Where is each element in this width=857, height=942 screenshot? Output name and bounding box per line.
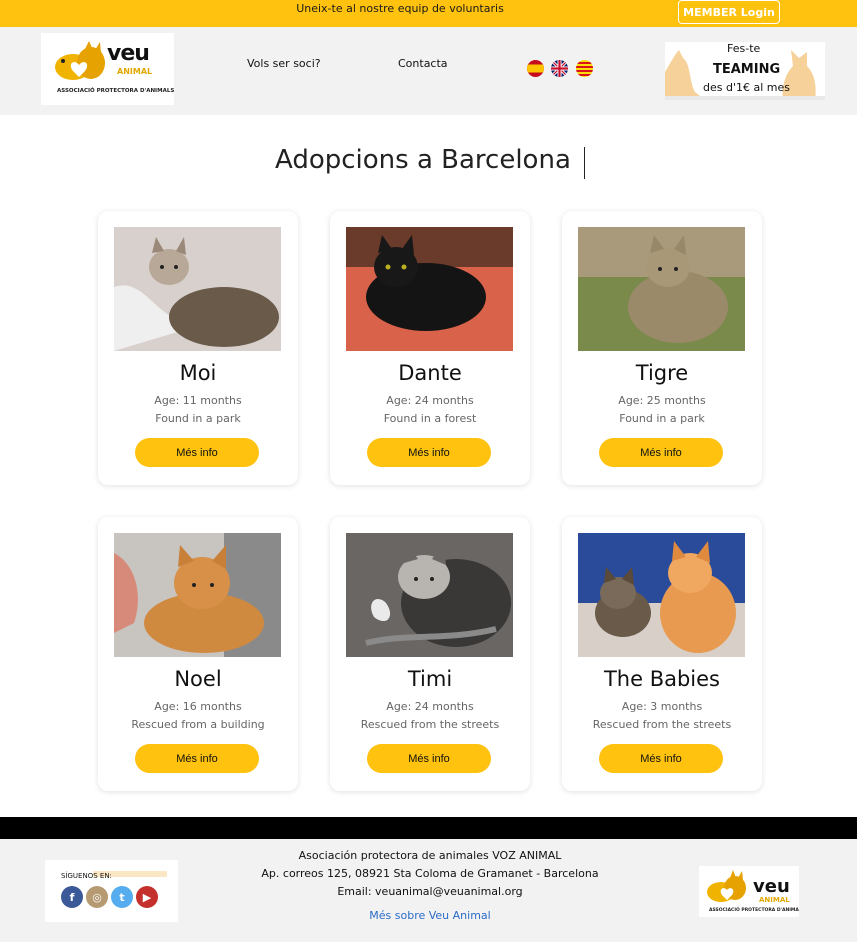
pet-name: Timi: [407, 667, 453, 691]
pet-name: Moi: [179, 361, 217, 385]
nav-contacta[interactable]: Contacta: [398, 57, 448, 70]
mes-info-button[interactable]: Més info: [135, 744, 259, 773]
pet-name: Tigre: [635, 361, 689, 385]
social-label: SÍGUENOS EN:: [61, 872, 112, 880]
cat-photo: [578, 227, 745, 351]
mes-info-button[interactable]: Més info: [367, 438, 491, 467]
twitter-icon[interactable]: t: [111, 886, 133, 908]
catalan-flag-icon[interactable]: [576, 60, 593, 77]
adoption-card: Tigre Age: 25 months Found in a park Més…: [562, 211, 762, 485]
mes-info-button[interactable]: Més info: [599, 438, 723, 467]
veu-animal-logo[interactable]: veu ANIMAL ASSOCIACIÓ PROTECTORA D'ANIMA…: [41, 33, 174, 105]
nav-vols-ser-soci[interactable]: Vols ser soci?: [247, 57, 321, 70]
cat-dog-logo-icon: veu ANIMAL ASSOCIACIÓ PROTECTORA D'ANIMA…: [707, 870, 805, 913]
member-login-button[interactable]: MEMBER Login: [678, 0, 780, 24]
pet-name: Noel: [174, 667, 222, 691]
instagram-icon[interactable]: ◎: [86, 886, 108, 908]
facebook-icon[interactable]: f: [61, 886, 83, 908]
social-links: SÍGUENOS EN: f ◎ t ▶: [45, 860, 178, 922]
teaming-banner[interactable]: Fes-te TEAMING des d'1€ al mes: [665, 42, 825, 100]
footer-address: Ap. correos 125, 08921 Sta Coloma de Gra…: [261, 867, 599, 880]
pet-age: Age: 24 months: [386, 700, 474, 713]
cat-photo: [114, 227, 281, 351]
pet-origin: Found in a park: [619, 412, 705, 425]
logo-tagline: ASSOCIACIÓ PROTECTORA D'ANIMALS: [57, 88, 175, 94]
pet-name: The Babies: [603, 667, 721, 691]
teaming-line2: TEAMING: [713, 62, 781, 77]
cat-photo: [578, 533, 745, 657]
top-bar: Uneix-te al nostre equip de voluntaris M…: [0, 0, 857, 27]
logo-sub: ANIMAL: [117, 67, 153, 76]
adoption-card: Dante Age: 24 months Found in a forest M…: [330, 211, 530, 485]
adoption-card: Timi Age: 24 months Rescued from the str…: [330, 517, 530, 791]
english-flag-icon[interactable]: [551, 60, 568, 77]
svg-text:ASSOCIACIÓ PROTECTORA D'ANIMAL: ASSOCIACIÓ PROTECTORA D'ANIMALS: [709, 906, 799, 913]
cat-photo: [114, 533, 281, 657]
cat-dog-logo-icon: [55, 41, 105, 80]
cat-photo: [346, 227, 513, 351]
teaming-line1: Fes-te: [727, 42, 761, 55]
site-footer: SÍGUENOS EN: f ◎ t ▶ Asociación protecto…: [0, 839, 857, 942]
pet-age: Age: 16 months: [154, 700, 242, 713]
pet-origin: Rescued from the streets: [360, 718, 500, 731]
mes-info-button[interactable]: Més info: [599, 744, 723, 773]
footer-more-link[interactable]: Més sobre Veu Animal: [230, 909, 630, 922]
pet-age: Age: 24 months: [386, 394, 474, 407]
teaming-line3: des d'1€ al mes: [703, 81, 790, 94]
cat-photo: [346, 533, 513, 657]
footer-logo: veu ANIMAL ASSOCIACIÓ PROTECTORA D'ANIMA…: [699, 866, 805, 917]
pet-origin: Found in a park: [155, 412, 241, 425]
site-header: veu ANIMAL ASSOCIACIÓ PROTECTORA D'ANIMA…: [0, 27, 857, 115]
pet-age: Age: 25 months: [618, 394, 706, 407]
adoption-card: Moi Age: 11 months Found in a park Més i…: [98, 211, 298, 485]
footer-org-name: Asociación protectora de animales VOZ AN…: [298, 849, 562, 862]
pet-age: Age: 3 months: [621, 700, 703, 713]
pet-origin: Rescued from a building: [131, 718, 265, 731]
pet-age: Age: 11 months: [154, 394, 242, 407]
pet-origin: Rescued from the streets: [592, 718, 732, 731]
pet-name: Dante: [398, 361, 462, 385]
spanish-flag-icon[interactable]: [527, 60, 544, 77]
footer-email: Email: veuanimal@veuanimal.org: [337, 885, 523, 898]
mes-info-button[interactable]: Més info: [367, 744, 491, 773]
adoption-card: The Babies Age: 3 months Rescued from th…: [562, 517, 762, 791]
mes-info-button[interactable]: Més info: [135, 438, 259, 467]
text-cursor: [584, 147, 585, 179]
svg-text:veu: veu: [753, 876, 790, 897]
footer-divider: [0, 817, 857, 839]
svg-text:ANIMAL: ANIMAL: [759, 896, 790, 904]
pet-origin: Found in a forest: [383, 412, 477, 425]
page-title: Adopcions a Barcelona: [275, 145, 571, 175]
youtube-icon[interactable]: ▶: [136, 886, 158, 908]
adoption-card: Noel Age: 16 months Rescued from a build…: [98, 517, 298, 791]
logo-word: veu: [107, 41, 150, 66]
